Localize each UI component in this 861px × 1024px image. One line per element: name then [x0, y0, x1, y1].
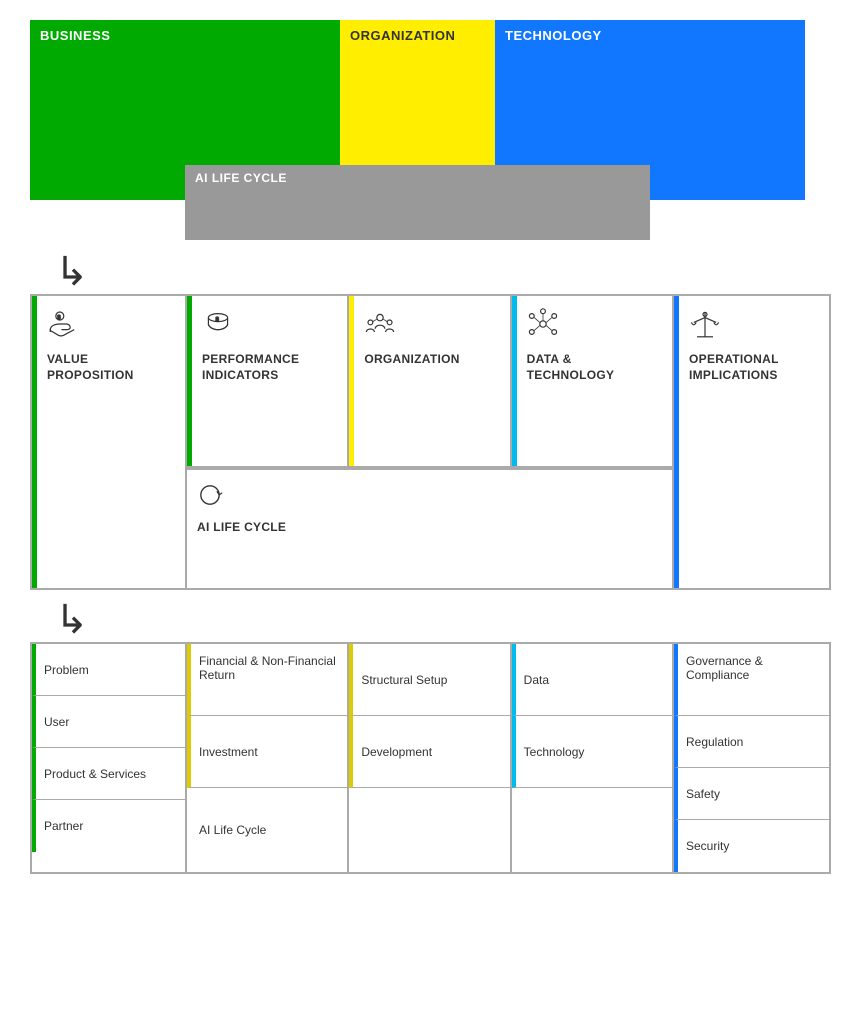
scales-icon: [689, 308, 721, 340]
security-label: Security: [686, 839, 729, 853]
bot-cell-lifecycle-col2: AI Life Cycle: [187, 788, 347, 872]
bot-cell-financial: Financial & Non-Financial Return: [187, 644, 347, 716]
bot-cell-safety: Safety: [674, 768, 829, 820]
problem-label: Problem: [44, 663, 89, 677]
bot-cell-structural: Structural Setup: [349, 644, 509, 716]
bot-cell-problem: Problem: [32, 644, 185, 696]
bot-cell-data: Data: [512, 644, 672, 716]
org-icon: [364, 308, 499, 344]
user-label: User: [44, 715, 69, 729]
bot-cell-security: Security: [674, 820, 829, 872]
mid-section: $ VALUE PROPOSITION $: [30, 294, 831, 590]
performance-icon: $: [202, 308, 337, 344]
technology-label: TECHNOLOGY: [495, 20, 805, 51]
bot-cell-development: Development: [349, 716, 509, 788]
regulation-label: Regulation: [686, 735, 743, 749]
safety-label: Safety: [686, 787, 720, 801]
mid-col-organization: ORGANIZATION: [349, 296, 511, 466]
mid-card-data-tech: DATA & TECHNOLOGY: [512, 296, 672, 466]
cycle-icon: [197, 482, 223, 508]
mid-card-operational-label: OPERATIONAL IMPLICATIONS: [689, 352, 819, 383]
bot-cell-investment: Investment: [187, 716, 347, 788]
ai-lifecycle-bar-top: AI LIFE CYCLE: [185, 165, 650, 240]
partner-label: Partner: [44, 819, 83, 833]
operational-icon: [689, 308, 819, 344]
mid-center-top: $ PERFORMANCE INDICATORS: [187, 296, 672, 468]
lifecycle-col2-label: AI Life Cycle: [199, 823, 266, 837]
top-section: BUSINESS ORGANIZATION TECHNOLOGY AI LIFE…: [30, 20, 831, 240]
data-tech-icon: [527, 308, 662, 344]
structural-label: Structural Setup: [361, 673, 447, 687]
ai-lifecycle-bar-label: AI LIFE CYCLE: [195, 171, 287, 185]
arrow-2: ↳: [30, 598, 831, 642]
hand-coin-icon: $: [47, 308, 79, 340]
mid-card-value-proposition-label: VALUE PROPOSITION: [47, 352, 175, 383]
business-label: BUSINESS: [30, 20, 340, 51]
technology-label: Technology: [524, 745, 585, 759]
bottom-section: Problem User Product & Services Partner …: [30, 642, 831, 874]
mid-card-organization-label: ORGANIZATION: [364, 352, 499, 368]
bot-col-structural: Structural Setup Development: [349, 644, 511, 872]
data-label: Data: [524, 673, 549, 687]
development-label: Development: [361, 745, 432, 759]
bot-cell-lifecycle-col4: [512, 788, 672, 872]
bot-col-problem: Problem User Product & Services Partner: [32, 644, 187, 872]
financial-label: Financial & Non-Financial Return: [199, 654, 339, 682]
governance-label: Governance & Compliance: [686, 654, 821, 682]
bot-cell-product: Product & Services: [32, 748, 185, 800]
product-label: Product & Services: [44, 767, 146, 781]
mid-card-data-tech-label: DATA & TECHNOLOGY: [527, 352, 662, 383]
mid-card-performance: $ PERFORMANCE INDICATORS: [187, 296, 347, 466]
mid-col-data-tech: DATA & TECHNOLOGY: [512, 296, 672, 466]
organization-block: ORGANIZATION: [340, 20, 495, 175]
bot-cell-partner: Partner: [32, 800, 185, 852]
people-org-icon: [364, 308, 396, 340]
mid-lifecycle-label: AI LIFE CYCLE: [197, 520, 662, 536]
bot-cell-technology: Technology: [512, 716, 672, 788]
mid-lifecycle-card: AI LIFE CYCLE: [187, 468, 672, 588]
arrow-down-2: ↳: [55, 600, 89, 640]
mid-col-value-proposition: $ VALUE PROPOSITION: [32, 296, 187, 588]
mid-col-operational: OPERATIONAL IMPLICATIONS: [674, 296, 829, 588]
bot-cell-governance: Governance & Compliance: [674, 644, 829, 716]
mid-col-performance: $ PERFORMANCE INDICATORS: [187, 296, 349, 466]
organization-label: ORGANIZATION: [340, 20, 495, 51]
mid-card-value-proposition: $ VALUE PROPOSITION: [32, 296, 185, 588]
bot-col-financial: Financial & Non-Financial Return Investm…: [187, 644, 349, 872]
bot-col-governance: Governance & Compliance Regulation Safet…: [674, 644, 829, 872]
network-icon: [527, 308, 559, 340]
lifecycle-icon: [197, 482, 662, 512]
bot-col-data: Data Technology: [512, 644, 674, 872]
mid-card-operational: OPERATIONAL IMPLICATIONS: [674, 296, 829, 588]
mid-center-wrapper: $ PERFORMANCE INDICATORS: [187, 296, 674, 588]
coin-stack-icon: $: [202, 308, 234, 340]
mid-card-performance-label: PERFORMANCE INDICATORS: [202, 352, 337, 383]
arrow-1: ↳: [30, 250, 831, 294]
investment-label: Investment: [199, 745, 258, 759]
bot-cell-user: User: [32, 696, 185, 748]
bot-cell-lifecycle-col3: [349, 788, 509, 872]
bot-cell-regulation: Regulation: [674, 716, 829, 768]
mid-card-organization: ORGANIZATION: [349, 296, 509, 466]
arrow-down-1: ↳: [55, 252, 89, 292]
value-proposition-icon: $: [47, 308, 175, 344]
